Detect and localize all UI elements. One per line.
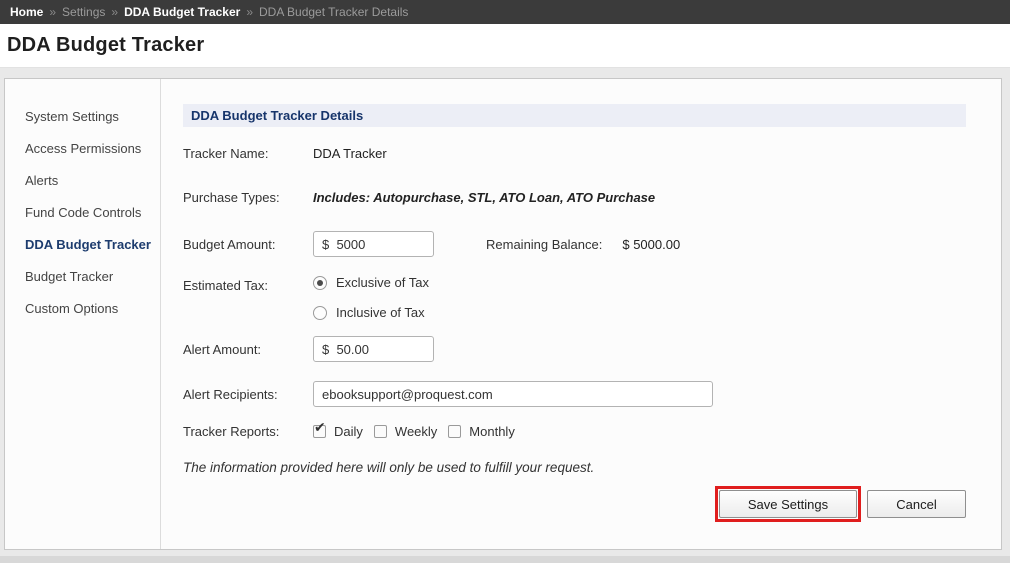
tracker-reports-label: Tracker Reports: [183, 424, 280, 439]
tracker-name-value: DDA Tracker [313, 146, 387, 161]
tracker-name-row: Tracker Name: DDA Tracker [183, 146, 966, 161]
estimated-tax-row: Estimated Tax: Exclusive of Tax Inclusiv… [183, 275, 966, 320]
sidebar-item-budget-tracker[interactable]: Budget Tracker [5, 261, 160, 293]
exclusive-of-tax-label: Exclusive of Tax [336, 275, 429, 290]
annotation-highlight: Save Settings [715, 486, 861, 522]
sidebar-item-system-settings[interactable]: System Settings [5, 101, 160, 133]
breadcrumb-separator: » [111, 5, 119, 19]
estimated-tax-option-exclusive: Exclusive of Tax [313, 275, 429, 290]
tracker-reports-daily: ✔ Daily [313, 420, 363, 439]
sidebar-item-fund-code-controls[interactable]: Fund Code Controls [5, 197, 160, 229]
estimated-tax-label: Estimated Tax: [183, 278, 269, 293]
tracker-reports-row: Tracker Reports: ✔ Daily ✔ Weekly ✔ Mont… [183, 420, 966, 439]
daily-checkbox[interactable]: ✔ [313, 420, 326, 438]
budget-amount-row: Budget Amount: Remaining Balance: $ 5000… [183, 231, 966, 257]
breadcrumb-home[interactable]: Home [10, 5, 43, 19]
main-content: DDA Budget Tracker Details Tracker Name:… [160, 79, 1001, 549]
page-title: DDA Budget Tracker [7, 34, 205, 56]
alert-amount-input[interactable] [313, 336, 434, 362]
content-panel: System Settings Access Permissions Alert… [4, 78, 1002, 550]
breadcrumb-dda-budget-tracker[interactable]: DDA Budget Tracker [124, 5, 240, 19]
monthly-label: Monthly [469, 424, 515, 439]
sidebar-item-alerts[interactable]: Alerts [5, 165, 160, 197]
alert-amount-row: Alert Amount: [183, 336, 966, 362]
daily-label: Daily [334, 424, 363, 439]
monthly-checkbox[interactable]: ✔ [448, 425, 462, 438]
alert-recipients-row: Alert Recipients: [183, 381, 966, 407]
footer-strip [0, 556, 1010, 563]
alert-recipients-input[interactable] [313, 381, 713, 407]
breadcrumb-settings[interactable]: Settings [62, 5, 105, 19]
tracker-name-label: Tracker Name: [183, 146, 269, 161]
settings-sidebar: System Settings Access Permissions Alert… [5, 79, 160, 549]
button-row: Save Settings Cancel [183, 486, 966, 522]
alert-recipients-label: Alert Recipients: [183, 386, 278, 402]
weekly-checkbox[interactable]: ✔ [373, 425, 387, 438]
estimated-tax-option-inclusive: Inclusive of Tax [313, 305, 429, 320]
sidebar-item-custom-options[interactable]: Custom Options [5, 293, 160, 325]
panel-header: DDA Budget Tracker Details [183, 104, 966, 127]
checkmark-icon: ✔ [314, 419, 326, 435]
inclusive-of-tax-radio[interactable] [313, 305, 327, 320]
page-title-bar: DDA Budget Tracker [0, 24, 1010, 68]
privacy-note: The information provided here will only … [183, 460, 595, 475]
breadcrumb-separator: » [246, 5, 254, 19]
tracker-reports-monthly: ✔ Monthly [448, 424, 515, 439]
remaining-balance-label: Remaining Balance: [486, 236, 603, 252]
remaining-balance-value: $ 5000.00 [622, 236, 681, 252]
sidebar-item-dda-budget-tracker[interactable]: DDA Budget Tracker [5, 229, 160, 261]
exclusive-of-tax-radio[interactable] [313, 275, 327, 290]
tracker-reports-weekly: ✔ Weekly [373, 424, 438, 439]
breadcrumb-current-page: DDA Budget Tracker Details [259, 5, 409, 19]
breadcrumb-separator: » [49, 5, 57, 19]
budget-amount-input[interactable] [313, 231, 434, 257]
weekly-label: Weekly [394, 424, 438, 439]
save-settings-button[interactable]: Save Settings [719, 490, 857, 518]
budget-amount-label: Budget Amount: [183, 236, 276, 252]
inclusive-of-tax-label: Inclusive of Tax [336, 305, 425, 320]
alert-amount-label: Alert Amount: [183, 341, 262, 357]
breadcrumb: Home » Settings » DDA Budget Tracker » D… [0, 0, 1010, 24]
cancel-button[interactable]: Cancel [867, 490, 966, 518]
purchase-types-label: Purchase Types: [183, 190, 280, 205]
sidebar-item-access-permissions[interactable]: Access Permissions [5, 133, 160, 165]
purchase-types-value: Includes: Autopurchase, STL, ATO Loan, A… [313, 190, 656, 205]
purchase-types-row: Purchase Types: Includes: Autopurchase, … [183, 190, 966, 205]
